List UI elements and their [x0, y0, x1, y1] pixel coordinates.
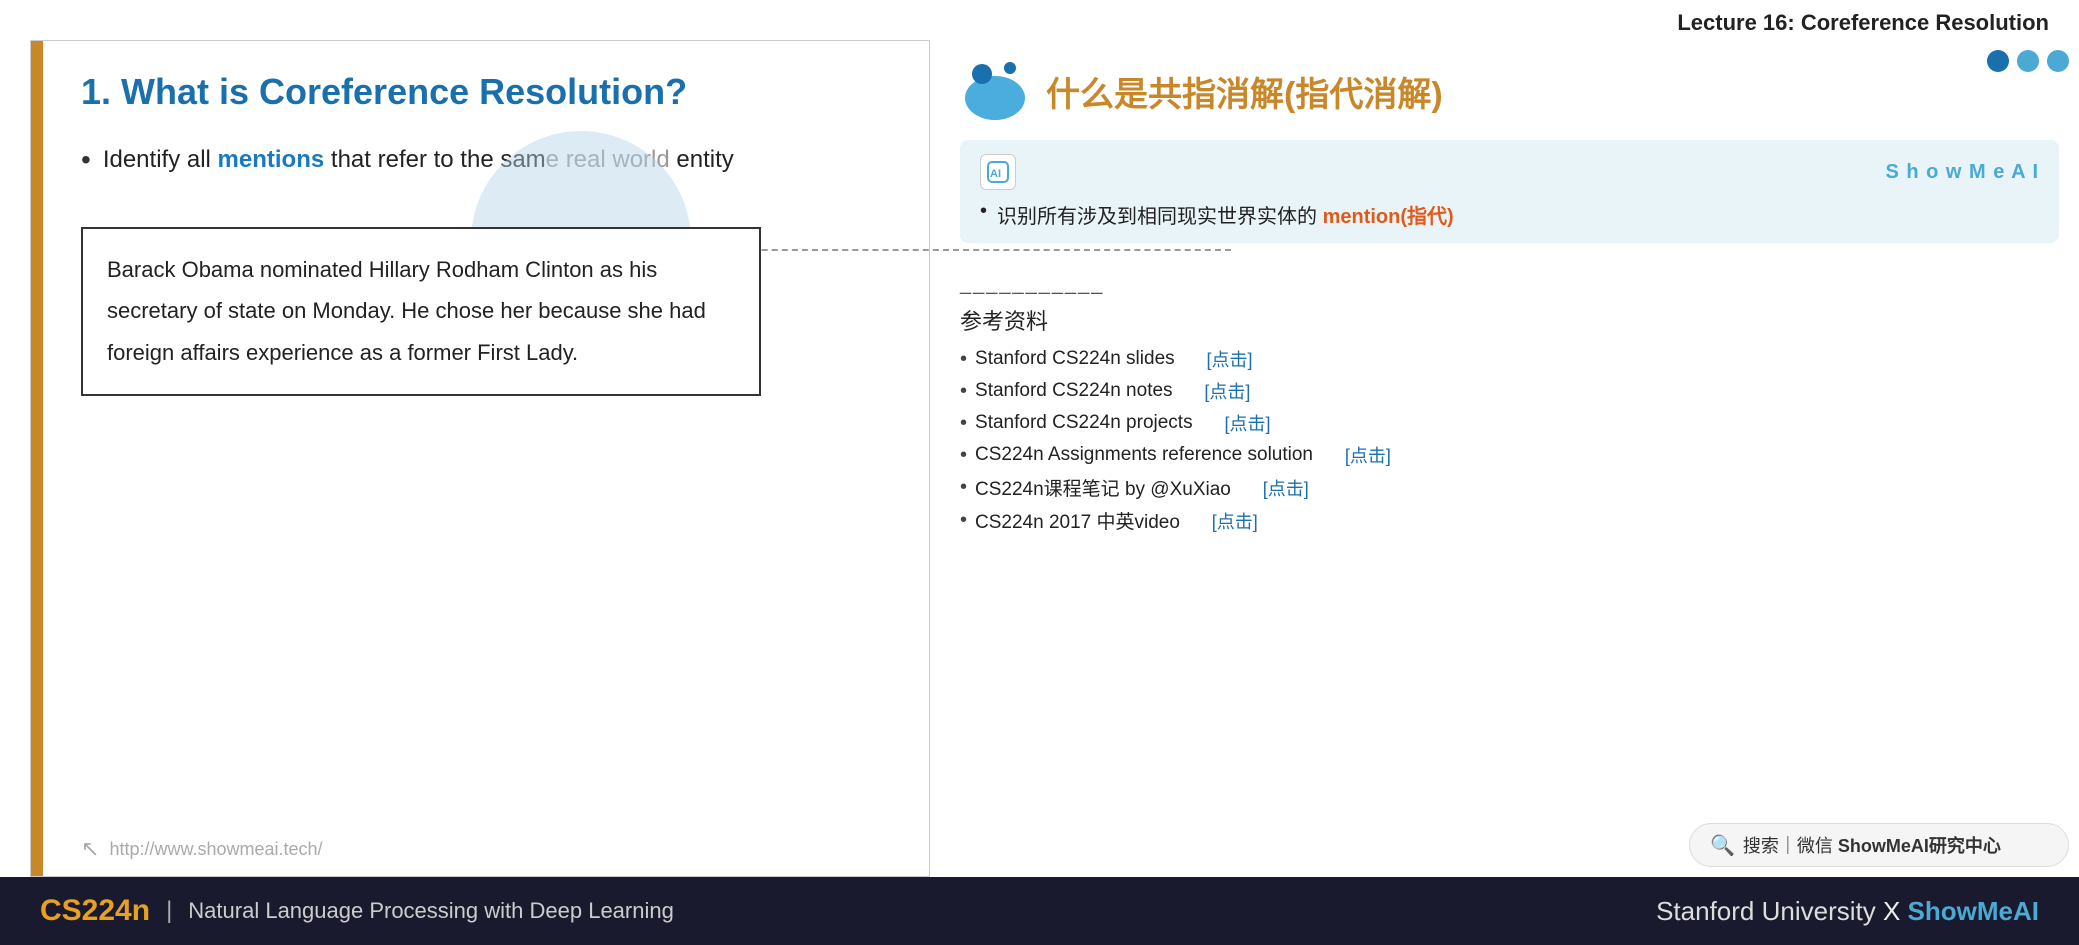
- nav-dot-1[interactable]: [1987, 50, 2009, 72]
- ref-item-2: Stanford CS224n projects [点击]: [960, 410, 2059, 436]
- bottom-divider: |: [166, 897, 172, 925]
- bottom-bar: CS224n | Natural Language Processing wit…: [0, 877, 2079, 945]
- cn-title: 什么是共指消解(指代消解): [1046, 67, 1443, 116]
- ref-item-5: CS224n 2017 中英video [点击]: [960, 507, 2059, 534]
- lecture-title: Lecture 16: Coreference Resolution: [0, 0, 2079, 40]
- showmeai-watermark: S h o w M e A I: [1885, 161, 2039, 184]
- nav-dot-3[interactable]: [2047, 50, 2069, 72]
- ref-text-2: Stanford CS224n projects: [975, 412, 1193, 434]
- ref-text-3: CS224n Assignments reference solution: [975, 444, 1313, 466]
- nav-dots: [1987, 50, 2069, 72]
- x-mark: X: [1883, 896, 1900, 926]
- ref-title: 参考资料: [960, 304, 2059, 336]
- course-description: Natural Language Processing with Deep Le…: [188, 898, 674, 924]
- main-content: 1. What is Coreference Resolution? • Ide…: [0, 40, 2079, 877]
- search-bar-text: 搜索｜微信 ShowMeAI研究中心: [1743, 832, 2001, 858]
- card-bullet-dot: •: [980, 200, 987, 223]
- ref-link-2[interactable]: [点击]: [1224, 410, 1270, 436]
- slide-title: 1. What is Coreference Resolution?: [81, 71, 889, 113]
- ref-link-0[interactable]: [点击]: [1206, 346, 1252, 372]
- ref-text-1: Stanford CS224n notes: [975, 380, 1173, 402]
- card-bullet-text: 识别所有涉及到相同现实世界实体的 mention(指代): [997, 200, 1454, 229]
- bullet-pre: Identify all: [103, 146, 218, 173]
- bullet-end: entity: [670, 146, 734, 173]
- bullet-highlight: mentions: [218, 146, 325, 173]
- ref-list: Stanford CS224n slides [点击] Stanford CS2…: [960, 346, 2059, 534]
- search-bar[interactable]: 🔍 搜索｜微信 ShowMeAI研究中心: [1689, 823, 2069, 867]
- footer-url: http://www.showmeai.tech/: [109, 839, 322, 860]
- showmeai-card: AI S h o w M e A I • 识别所有涉及到相同现实世界实体的 me…: [960, 140, 2059, 243]
- ref-item-4: CS224n课程笔记 by @XuXiao [点击]: [960, 474, 2059, 501]
- showmeai-logo-icon: [960, 56, 1030, 126]
- ref-item-1: Stanford CS224n notes [点击]: [960, 378, 2059, 404]
- cn-title-section: 什么是共指消解(指代消解): [960, 56, 2059, 126]
- ref-text-0: Stanford CS224n slides: [975, 348, 1175, 370]
- right-panel: 什么是共指消解(指代消解) AI S h o w M e A I • 识别所有涉…: [950, 40, 2079, 877]
- references-section: ___________ 参考资料 Stanford CS224n slides …: [960, 273, 2059, 534]
- search-icon: 🔍: [1710, 833, 1735, 858]
- search-pre: 搜索｜微信: [1743, 836, 1838, 856]
- ref-link-3[interactable]: [点击]: [1345, 442, 1391, 468]
- slide-panel: 1. What is Coreference Resolution? • Ide…: [30, 40, 930, 877]
- cursor-icon: ↖: [81, 836, 99, 862]
- bottom-left: CS224n | Natural Language Processing wit…: [40, 894, 674, 928]
- stanford-text: Stanford University: [1656, 896, 1883, 926]
- ref-link-4[interactable]: [点击]: [1263, 475, 1309, 501]
- ref-text-5: CS224n 2017 中英video: [975, 507, 1180, 534]
- showmeai-brand: ShowMeAI: [1908, 896, 2039, 926]
- slide-footer: ↖ http://www.showmeai.tech/: [81, 836, 323, 862]
- slide-left-bar: [31, 41, 43, 876]
- card-logo: AI: [980, 154, 1016, 190]
- slide-bullet: • Identify all mentions that refer to th…: [81, 143, 889, 177]
- nav-dot-2[interactable]: [2017, 50, 2039, 72]
- search-brand: ShowMeAI研究中心: [1838, 836, 2001, 856]
- card-header: AI S h o w M e A I: [980, 154, 2039, 190]
- card-pre: 识别所有涉及到相同现实世界实体的: [997, 206, 1323, 228]
- ref-divider: ___________: [960, 273, 2059, 296]
- ref-link-5[interactable]: [点击]: [1212, 508, 1258, 534]
- bullet-dot: •: [81, 143, 91, 177]
- ref-text-4: CS224n课程笔记 by @XuXiao: [975, 474, 1231, 501]
- svg-text:AI: AI: [990, 168, 1001, 180]
- bottom-right: Stanford University X ShowMeAI: [1656, 896, 2039, 927]
- card-highlight: mention(指代): [1323, 206, 1454, 228]
- ref-item-0: Stanford CS224n slides [点击]: [960, 346, 2059, 372]
- example-text-box: Barack Obama nominated Hillary Rodham Cl…: [81, 227, 761, 396]
- course-name: CS224n: [40, 894, 150, 928]
- card-bullet: • 识别所有涉及到相同现实世界实体的 mention(指代): [980, 200, 2039, 229]
- ref-link-1[interactable]: [点击]: [1204, 378, 1250, 404]
- ref-item-3: CS224n Assignments reference solution [点…: [960, 442, 2059, 468]
